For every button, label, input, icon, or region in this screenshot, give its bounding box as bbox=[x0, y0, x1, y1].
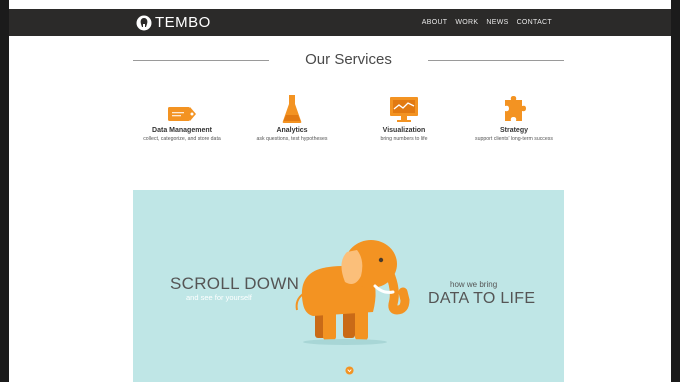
monitor-chart-icon bbox=[390, 97, 418, 122]
service-strategy: Strategy support clients' long-term succ… bbox=[464, 92, 564, 143]
nav-news[interactable]: NEWS bbox=[486, 19, 508, 26]
main-nav: ABOUT WORK NEWS CONTACT bbox=[422, 19, 552, 26]
service-desc: collect, categorize, and store data bbox=[143, 136, 221, 142]
tag-icon bbox=[168, 107, 196, 121]
service-desc: bring numbers to life bbox=[380, 136, 428, 142]
scroll-down-button[interactable] bbox=[345, 366, 354, 375]
service-visualization: Visualization bring numbers to life bbox=[354, 92, 454, 143]
logo-text: TEMBO bbox=[155, 14, 211, 31]
service-desc: ask questions, test hypotheses bbox=[256, 136, 328, 142]
service-data-management: Data Management collect, categorize, and… bbox=[132, 92, 232, 143]
divider-right bbox=[428, 60, 564, 61]
flask-icon bbox=[282, 95, 302, 123]
service-analytics: Analytics ask questions, test hypotheses bbox=[242, 92, 342, 143]
service-desc: support clients' long-term success bbox=[475, 136, 553, 142]
window-frame-right bbox=[671, 0, 680, 382]
elephant-illustration bbox=[295, 240, 410, 345]
scroll-down-title: SCROLL DOWN bbox=[170, 274, 300, 293]
top-nav-bar: TEMBO ABOUT WORK NEWS CONTACT bbox=[9, 9, 671, 36]
nav-work[interactable]: WORK bbox=[455, 19, 478, 26]
how-we-bring-text: how we bring bbox=[450, 280, 498, 289]
data-to-life-title: DATA TO LIFE bbox=[428, 290, 536, 307]
logo[interactable]: TEMBO bbox=[136, 14, 211, 31]
tembo-logo-icon bbox=[136, 15, 152, 30]
service-name: Visualization bbox=[382, 127, 426, 134]
service-name: Data Management bbox=[152, 127, 212, 134]
window-frame-left bbox=[0, 0, 9, 382]
nav-about[interactable]: ABOUT bbox=[422, 19, 448, 26]
hero-banner: SCROLL DOWN and see for yourself how we … bbox=[133, 190, 564, 382]
service-name: Strategy bbox=[499, 127, 528, 134]
nav-contact[interactable]: CONTACT bbox=[517, 19, 552, 26]
puzzle-icon bbox=[505, 96, 526, 121]
scroll-down-subtitle: and see for yourself bbox=[186, 293, 252, 302]
services-header: Our Services bbox=[133, 50, 564, 70]
service-name: Analytics bbox=[276, 127, 308, 134]
